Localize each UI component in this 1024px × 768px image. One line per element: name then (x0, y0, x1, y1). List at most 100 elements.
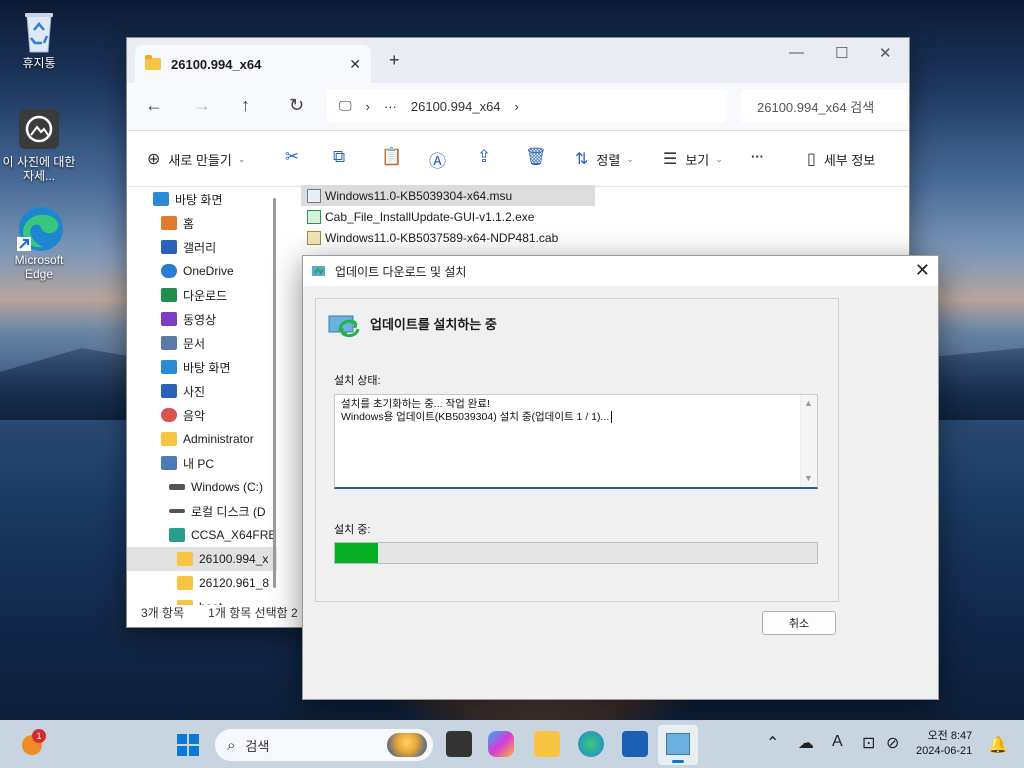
copilot-icon[interactable] (488, 731, 514, 757)
sidebar-item-desktop-top[interactable]: 바탕 화면 (127, 187, 277, 211)
copy-icon[interactable]: ⧉ (333, 147, 345, 167)
task-view-icon[interactable] (446, 731, 472, 757)
update-icon (312, 266, 325, 276)
paste-icon[interactable]: 📋 (381, 147, 402, 167)
share-icon[interactable]: ⇪ (477, 147, 491, 167)
sidebar-item-videos[interactable]: 동영상 (127, 307, 277, 331)
minimize-button[interactable]: — (789, 44, 804, 61)
new-tab-button[interactable]: + (389, 50, 400, 71)
exe-file-icon (307, 209, 321, 224)
status-label: 설치 상태: (334, 375, 381, 387)
notification-badge: 1 (32, 729, 46, 743)
scroll-down-icon[interactable]: ▼ (804, 472, 813, 485)
sidebar-item-downloads[interactable]: 다운로드 (127, 283, 277, 307)
chevron-down-icon: ⌄ (237, 153, 246, 164)
command-bar: ⊕ 새로 만들기 ⌄ ✂ ⧉ 📋 Ⓐ ⇪ 🗑 ⇅ 정렬 ⌄ ☰ 보기 ⌄ ···… (127, 131, 909, 187)
more-options-button[interactable]: ··· (751, 149, 764, 164)
folder-icon (177, 552, 193, 566)
sidebar-item-dvd-drive[interactable]: CCSA_X64FRE (127, 523, 277, 547)
sidebar-item-folder-26100[interactable]: 26100.994_x (127, 547, 277, 571)
close-window-button[interactable]: ✕ (879, 44, 892, 62)
sidebar-item-folder-26120[interactable]: 26120.961_8 (127, 571, 277, 595)
volume-muted-icon[interactable]: ⊘ (886, 733, 899, 753)
sidebar-item-music[interactable]: 음악 (127, 403, 277, 427)
install-log-textbox[interactable]: 설치를 초기화하는 중... 작업 완료! Windows용 업데이트(KB50… (334, 394, 818, 489)
dialog-heading: 업데이트를 설치하는 중 (370, 317, 497, 332)
search-input[interactable]: 26100.994_x64 검색 (741, 89, 907, 123)
sort-button[interactable]: ⇅ 정렬 ⌄ (575, 149, 634, 169)
desktop-icon-edge[interactable]: Microsoft Edge (1, 205, 77, 281)
network-icon[interactable]: ⊡ (862, 733, 875, 753)
sidebar-item-pictures[interactable]: 사진 (127, 379, 277, 403)
sort-icon: ⇅ (575, 151, 589, 168)
sidebar-item-onedrive[interactable]: OneDrive (127, 259, 277, 283)
cut-icon[interactable]: ✂ (285, 147, 299, 167)
desktop-icon-photo-info[interactable]: 이 사진에 대한 자세... (1, 107, 77, 183)
up-button[interactable]: ↑ (241, 95, 250, 116)
close-tab-icon[interactable]: ✕ (349, 56, 361, 73)
pictures-icon (161, 384, 177, 398)
chevron-up-icon[interactable]: ⌃ (766, 733, 779, 753)
notification-bell-icon[interactable]: 🔔 (988, 735, 1008, 755)
address-overflow[interactable]: ··· (384, 99, 397, 114)
view-button[interactable]: ☰ 보기 ⌄ (663, 149, 723, 169)
computer-icon: 🖵 (339, 98, 352, 113)
time: 오전 8:47 (927, 730, 973, 742)
selection-count: 1개 항목 선택함 2 (208, 606, 298, 620)
sidebar-item-documents[interactable]: 문서 (127, 331, 277, 355)
clock[interactable]: 오전 8:47 2024-06-21 (916, 729, 972, 759)
sidebar-item-drive-c[interactable]: Windows (C:) (127, 475, 277, 499)
details-pane-icon: ▯ (807, 151, 816, 168)
search-icon: ⌕ (227, 736, 236, 754)
breadcrumb-current[interactable]: 26100.994_x64 (411, 99, 501, 114)
file-row[interactable]: Windows11.0-KB5039304-x64.msu (301, 185, 595, 206)
desktop-icon-label: 이 사진에 대한 자세... (2, 155, 76, 183)
rename-icon[interactable]: Ⓐ (429, 147, 446, 172)
refresh-button[interactable]: ↻ (289, 95, 304, 116)
dvd-drive-icon (169, 528, 185, 542)
start-button[interactable] (177, 734, 199, 756)
address-bar[interactable]: 🖵 › ··· 26100.994_x64 › (327, 89, 727, 123)
sidebar-item-home[interactable]: 홈 (127, 211, 277, 235)
delete-icon[interactable]: 🗑 (525, 147, 547, 167)
new-item-button[interactable]: ⊕ 새로 만들기 ⌄ (147, 149, 245, 169)
taskbar-active-app[interactable] (658, 725, 698, 765)
details-pane-button[interactable]: ▯ 세부 정보 (807, 149, 875, 169)
edge-icon[interactable] (578, 731, 604, 757)
sidebar-item-gallery[interactable]: 갤러리 (127, 235, 277, 259)
tab-current-folder[interactable]: 26100.994_x64 ✕ (135, 45, 371, 83)
sidebar-item-this-pc[interactable]: 내 PC (127, 451, 277, 475)
sidebar-item-desktop[interactable]: 바탕 화면 (127, 355, 277, 379)
recycle-bin-icon (17, 8, 61, 53)
cancel-button[interactable]: 취소 (762, 611, 836, 635)
sidebar-scrollbar[interactable] (273, 198, 276, 588)
chevron-down-icon: ⌄ (626, 153, 634, 164)
folder-icon (177, 576, 193, 590)
back-button[interactable]: ← (145, 95, 163, 116)
msu-file-icon (307, 188, 321, 203)
language-icon[interactable]: A (832, 733, 843, 751)
file-row[interactable]: Windows11.0-KB5037589-x64-NDP481.cab (301, 227, 595, 248)
drive-icon (169, 484, 185, 490)
maximize-button[interactable]: ☐ (835, 44, 848, 62)
forward-button[interactable]: → (193, 95, 211, 116)
scroll-up-icon[interactable]: ▲ (804, 397, 813, 410)
log-scrollbar[interactable]: ▲ ▼ (800, 395, 817, 487)
document-icon (161, 336, 177, 350)
gallery-icon (161, 240, 177, 254)
file-explorer-icon[interactable] (534, 731, 560, 757)
music-icon (161, 408, 177, 422)
sidebar-item-drive-d[interactable]: 로컬 디스크 (D (127, 499, 277, 523)
dialog-close-button[interactable]: ✕ (915, 260, 930, 281)
navigation-pane: 바탕 화면 홈 갤러리 OneDrive 다운로드 동영상 문서 바탕 화면 사… (127, 187, 277, 605)
network-offline-icon[interactable]: ☁ (798, 733, 814, 753)
desktop-icon-label: Microsoft Edge (14, 253, 64, 281)
desktop-icon-recycle-bin[interactable]: 휴지통 (1, 8, 77, 70)
taskbar-search[interactable]: ⌕ 검색 (215, 729, 433, 761)
store-icon[interactable] (622, 731, 648, 757)
folder-icon (145, 55, 161, 70)
file-row[interactable]: Cab_File_InstallUpdate-GUI-v1.1.2.exe (301, 206, 595, 227)
sidebar-item-administrator[interactable]: Administrator (127, 427, 277, 451)
download-icon (161, 288, 177, 302)
update-icon (328, 315, 360, 338)
